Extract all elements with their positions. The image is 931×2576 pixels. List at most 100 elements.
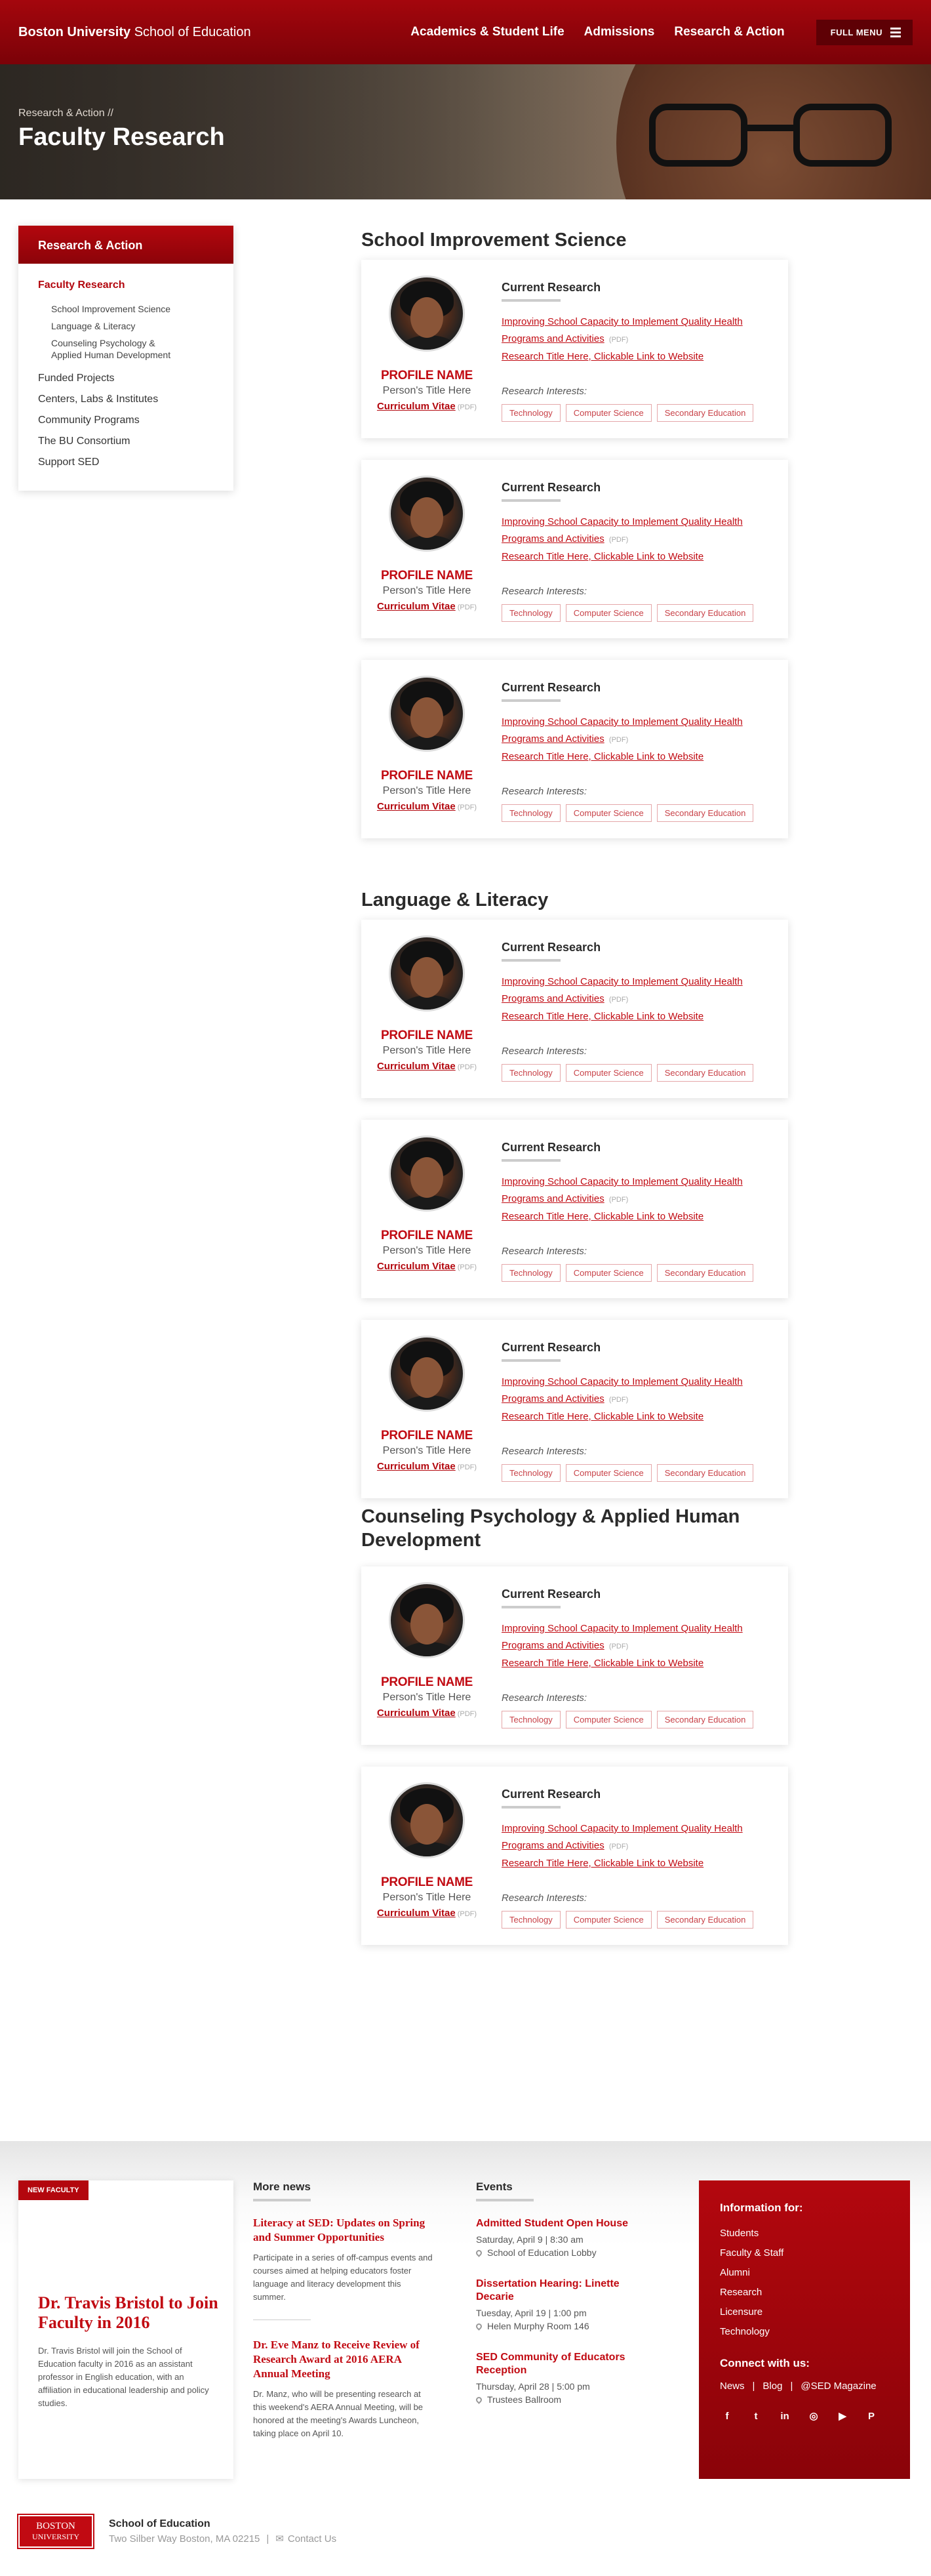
profile-photo[interactable] — [389, 276, 465, 352]
facebook-icon[interactable]: f — [720, 2409, 734, 2423]
profile-name[interactable]: PROFILE NAME — [361, 1675, 492, 1690]
profile-name[interactable]: PROFILE NAME — [361, 1429, 492, 1443]
research-link[interactable]: Research Title Here, Clickable Link to W… — [502, 1011, 703, 1022]
profile-name[interactable]: PROFILE NAME — [361, 1029, 492, 1043]
linkedin-icon[interactable]: in — [778, 2409, 792, 2423]
tag-computer-science[interactable]: Computer Science — [565, 1711, 652, 1728]
pinterest-icon[interactable]: P — [864, 2409, 879, 2423]
tag-computer-science[interactable]: Computer Science — [565, 1464, 652, 1482]
profile-photo[interactable] — [389, 1135, 465, 1212]
profile-name[interactable]: PROFILE NAME — [361, 569, 492, 583]
profile-photo[interactable] — [389, 676, 465, 752]
social-blog-link[interactable]: Blog — [763, 2381, 782, 2392]
tag-computer-science[interactable]: Computer Science — [565, 604, 652, 622]
tag-computer-science[interactable]: Computer Science — [565, 1911, 652, 1929]
research-link[interactable]: Research Title Here, Clickable Link to W… — [502, 1411, 703, 1422]
sidebar-subitem[interactable]: Language & Literacy — [51, 320, 214, 332]
social-news-link[interactable]: News — [720, 2381, 745, 2392]
instagram-icon[interactable]: ◎ — [806, 2409, 821, 2423]
tag-secondary-education[interactable]: Secondary Education — [656, 604, 754, 622]
hamburger-icon — [890, 27, 901, 37]
tag-secondary-education[interactable]: Secondary Education — [656, 1911, 754, 1929]
info-link-faculty[interactable]: Faculty & Staff — [720, 2247, 889, 2259]
cv-link[interactable]: Curriculum Vitae — [377, 1261, 456, 1272]
new-faculty-card[interactable]: NEW FACULTY Dr. Travis Bristol to Join F… — [18, 2180, 233, 2479]
profile-name[interactable]: PROFILE NAME — [361, 369, 492, 383]
profile-name[interactable]: PROFILE NAME — [361, 769, 492, 783]
profile-name[interactable]: PROFILE NAME — [361, 1875, 492, 1890]
social-magazine-link[interactable]: @SED Magazine — [801, 2381, 876, 2392]
sidebar-item-faculty-research[interactable]: Faculty Research — [38, 279, 214, 291]
research-link[interactable]: Research Title Here, Clickable Link to W… — [502, 1858, 703, 1869]
info-link-technology[interactable]: Technology — [720, 2326, 889, 2337]
event-title[interactable]: SED Community of Educators Reception — [476, 2352, 625, 2376]
profile-photo[interactable] — [389, 1782, 465, 1858]
contact-us-link[interactable]: Contact Us — [288, 2533, 336, 2545]
nav-research[interactable]: Research & Action — [674, 25, 784, 39]
profile-photo[interactable] — [389, 476, 465, 552]
tag-technology[interactable]: Technology — [502, 1464, 561, 1482]
section-title: Counseling Psychology & Applied Human De… — [361, 1506, 740, 1551]
info-link-research[interactable]: Research — [720, 2287, 889, 2298]
tag-technology[interactable]: Technology — [502, 1064, 561, 1082]
profile-photo[interactable] — [389, 1582, 465, 1658]
tag-technology[interactable]: Technology — [502, 404, 561, 422]
tag-computer-science[interactable]: Computer Science — [565, 1064, 652, 1082]
tag-computer-science[interactable]: Computer Science — [565, 804, 652, 822]
event-title[interactable]: Dissertation Hearing: Linette Decarie — [476, 2278, 620, 2302]
tag-secondary-education[interactable]: Secondary Education — [656, 1064, 754, 1082]
cv-link[interactable]: Curriculum Vitae — [377, 1061, 456, 1072]
sidebar-subitem[interactable]: Counseling Psychology & Applied Human De… — [51, 337, 182, 361]
news-title[interactable]: Literacy at SED: Updates on Spring and S… — [253, 2217, 425, 2243]
sidebar: Research & Action Faculty Research Schoo… — [18, 226, 233, 491]
tag-secondary-education[interactable]: Secondary Education — [656, 1264, 754, 1282]
tag-technology[interactable]: Technology — [502, 1711, 561, 1728]
site-logo-link[interactable]: Boston University School of Education — [18, 25, 251, 40]
news-title[interactable]: Dr. Eve Manz to Receive Review of Resear… — [253, 2339, 420, 2380]
pdf-label: (PDF) — [608, 336, 629, 344]
tag-secondary-education[interactable]: Secondary Education — [656, 804, 754, 822]
research-link[interactable]: Research Title Here, Clickable Link to W… — [502, 1211, 703, 1222]
cv-link[interactable]: Curriculum Vitae — [377, 1707, 456, 1719]
profile-name[interactable]: PROFILE NAME — [361, 1229, 492, 1243]
research-link[interactable]: Research Title Here, Clickable Link to W… — [502, 551, 703, 562]
full-menu-button[interactable]: FULL MENU — [816, 19, 913, 45]
tag-computer-science[interactable]: Computer Science — [565, 1264, 652, 1282]
profile-photo[interactable] — [389, 1336, 465, 1412]
new-faculty-title[interactable]: Dr. Travis Bristol to Join Faculty in 20… — [38, 2293, 222, 2333]
research-link[interactable]: Research Title Here, Clickable Link to W… — [502, 751, 703, 762]
event-title[interactable]: Admitted Student Open House — [476, 2218, 628, 2229]
sidebar-item[interactable]: Centers, Labs & Institutes — [38, 394, 214, 405]
profile-photo[interactable] — [389, 935, 465, 1012]
breadcrumb[interactable]: Research & Action // — [18, 108, 113, 119]
youtube-icon[interactable]: ▶ — [835, 2409, 850, 2423]
research-link[interactable]: Research Title Here, Clickable Link to W… — [502, 351, 703, 362]
sidebar-item[interactable]: Support SED — [38, 457, 214, 468]
sidebar-item[interactable]: The BU Consortium — [38, 436, 214, 447]
tag-secondary-education[interactable]: Secondary Education — [656, 1711, 754, 1728]
nav-academics[interactable]: Academics & Student Life — [410, 25, 564, 39]
info-link-licensure[interactable]: Licensure — [720, 2306, 889, 2318]
tag-technology[interactable]: Technology — [502, 804, 561, 822]
cv-link[interactable]: Curriculum Vitae — [377, 601, 456, 612]
bu-logo[interactable]: BOSTON UNIVERSITY — [17, 2514, 94, 2549]
sidebar-subitem[interactable]: School Improvement Science — [51, 303, 214, 315]
tag-technology[interactable]: Technology — [502, 1911, 561, 1929]
tag-secondary-education[interactable]: Secondary Education — [656, 1464, 754, 1482]
sidebar-item[interactable]: Funded Projects — [38, 373, 214, 384]
nav-admissions[interactable]: Admissions — [584, 25, 655, 39]
tag-computer-science[interactable]: Computer Science — [565, 404, 652, 422]
tag-technology[interactable]: Technology — [502, 1264, 561, 1282]
cv-link[interactable]: Curriculum Vitae — [377, 401, 456, 412]
tag-technology[interactable]: Technology — [502, 604, 561, 622]
tag-secondary-education[interactable]: Secondary Education — [656, 404, 754, 422]
cv-link[interactable]: Curriculum Vitae — [377, 801, 456, 812]
sidebar-item[interactable]: Community Programs — [38, 415, 214, 426]
cv-link[interactable]: Curriculum Vitae — [377, 1908, 456, 1919]
twitter-icon[interactable]: t — [749, 2409, 763, 2423]
research-link[interactable]: Research Title Here, Clickable Link to W… — [502, 1658, 703, 1669]
info-link-alumni[interactable]: Alumni — [720, 2267, 889, 2278]
cv-link[interactable]: Curriculum Vitae — [377, 1461, 456, 1472]
research-interests-label: Research Interests: — [502, 1046, 587, 1057]
info-link-students[interactable]: Students — [720, 2228, 889, 2239]
